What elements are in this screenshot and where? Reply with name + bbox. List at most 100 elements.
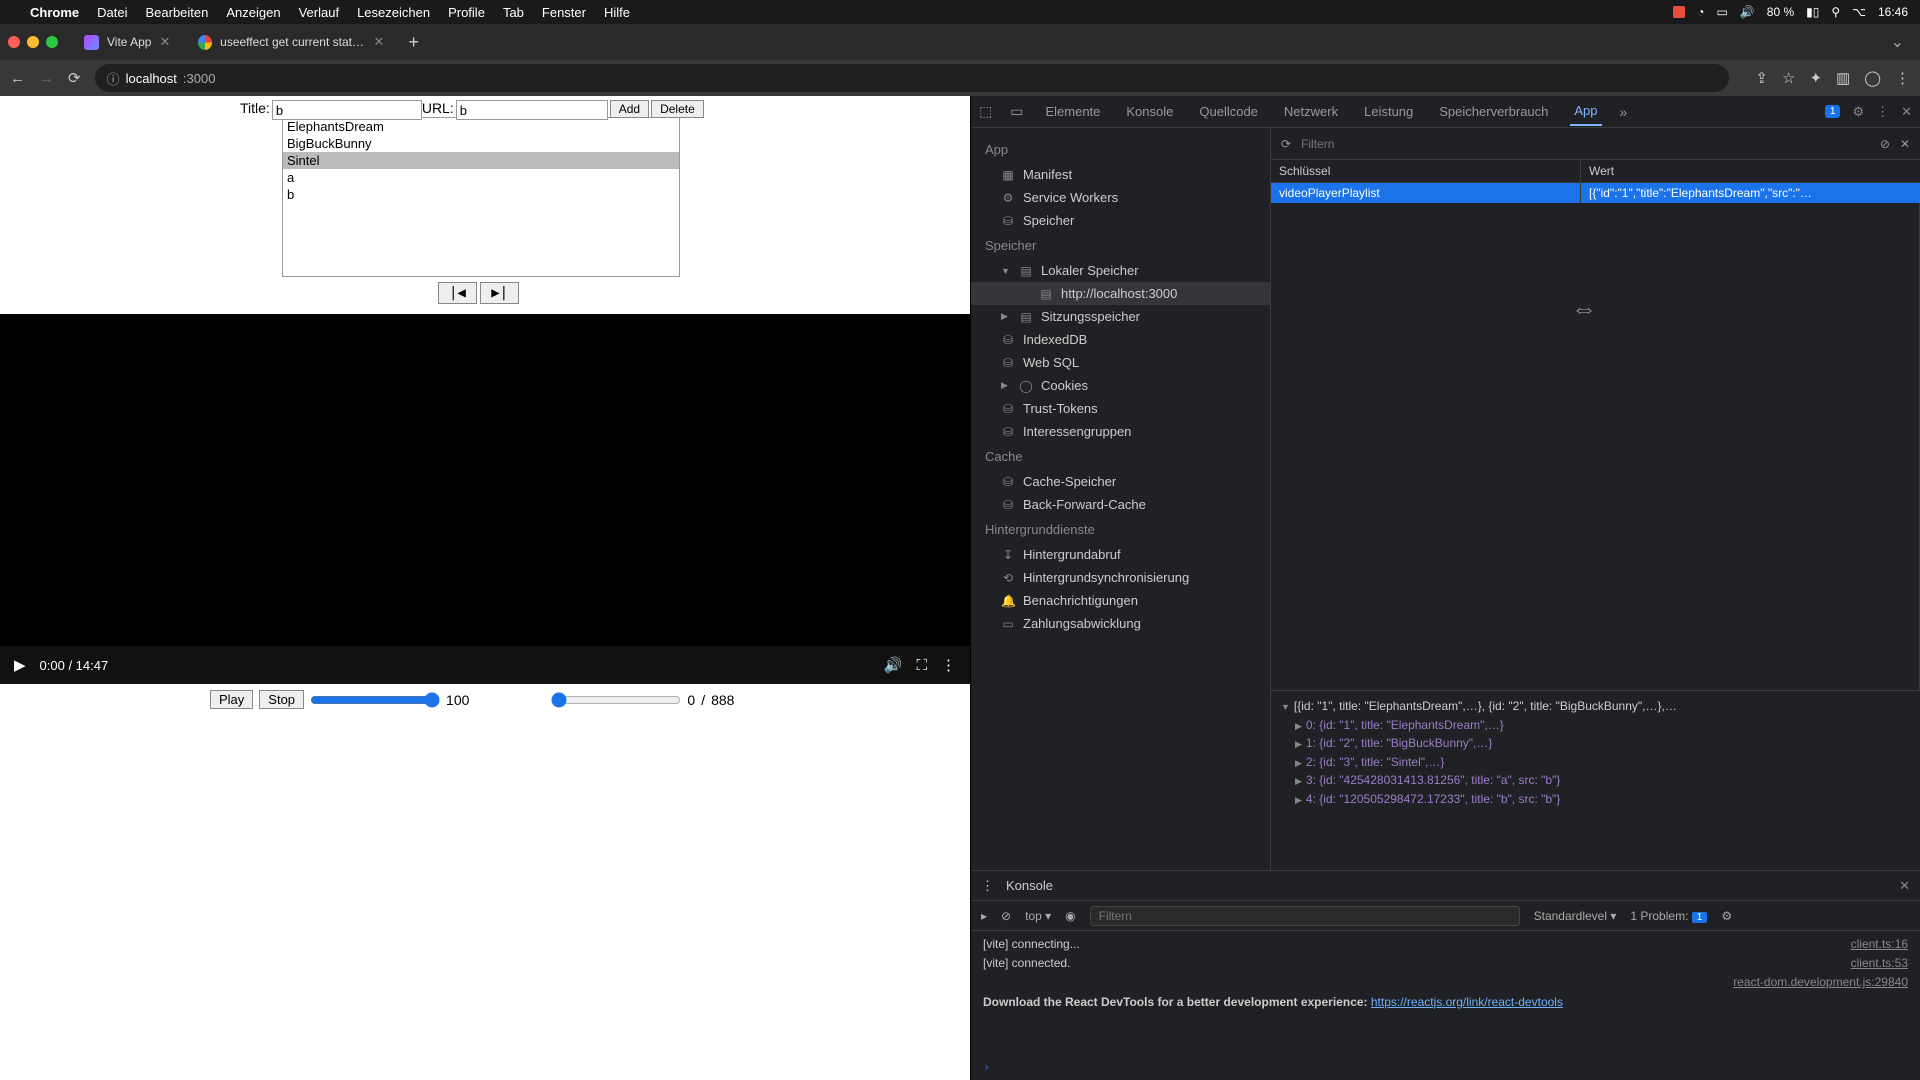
title-input[interactable] [272, 100, 422, 120]
menu-datei[interactable]: Datei [97, 5, 127, 20]
stop-button[interactable]: Stop [259, 690, 304, 709]
site-info-icon[interactable]: ⓘ [107, 69, 120, 88]
tab-close-icon[interactable]: ✕ [159, 34, 170, 50]
url-input[interactable] [456, 100, 608, 120]
devtab-more-icon[interactable]: » [1620, 104, 1628, 120]
tab-google-search[interactable]: useeffect get current state - G ✕ [186, 28, 396, 56]
wifi-icon[interactable]: ⚲ [1831, 5, 1840, 19]
storage-row[interactable]: videoPlayerPlaylist [{"id":"1","title":"… [1271, 183, 1920, 203]
console-live-icon[interactable]: ◉ [1065, 909, 1075, 923]
sidebar-trust-tokens[interactable]: ⛁Trust-Tokens [971, 397, 1270, 420]
chrome-menu-icon[interactable]: ⋮ [1895, 69, 1910, 87]
console-problems[interactable]: 1 Problem: 1 [1630, 909, 1707, 923]
devtab-network[interactable]: Netzwerk [1280, 98, 1342, 125]
sidepanel-icon[interactable]: ▥ [1836, 69, 1850, 87]
console-sidebar-icon[interactable]: ▸ [981, 909, 987, 923]
menu-verlauf[interactable]: Verlauf [299, 5, 339, 20]
sidebar-indexeddb[interactable]: ⛁IndexedDB [971, 328, 1270, 351]
clock[interactable]: 16:46 [1878, 5, 1908, 19]
recording-icon[interactable] [1673, 6, 1685, 18]
devtab-application[interactable]: App [1570, 97, 1601, 126]
sidebar-local-storage[interactable]: ▼▤Lokaler Speicher [971, 259, 1270, 282]
menu-anzeigen[interactable]: Anzeigen [226, 5, 280, 20]
console-prompt[interactable]: › [971, 1060, 1920, 1080]
play-button[interactable]: Play [210, 690, 253, 709]
list-item[interactable]: Sintel [283, 152, 679, 169]
back-button[interactable]: ← [10, 70, 25, 87]
list-item[interactable]: ElephantsDream [283, 118, 679, 135]
sidebar-session-storage[interactable]: ▶▤Sitzungsspeicher [971, 305, 1270, 328]
sidebar-storage[interactable]: ⛁Speicher [971, 209, 1270, 232]
col-value[interactable]: Wert [1581, 160, 1920, 182]
video-play-icon[interactable]: ▶ [14, 656, 26, 674]
console-settings-icon[interactable]: ⚙ [1721, 909, 1732, 923]
tab-close-icon[interactable]: ✕ [373, 34, 384, 50]
drawer-tab-console[interactable]: Konsole [1006, 878, 1053, 893]
storage-filter-input[interactable] [1301, 137, 1870, 151]
minimize-window-icon[interactable] [27, 36, 39, 48]
devtab-elements[interactable]: Elemente [1041, 98, 1104, 125]
menu-bearbeiten[interactable]: Bearbeiten [145, 5, 208, 20]
devtab-performance[interactable]: Leistung [1360, 98, 1417, 125]
col-key[interactable]: Schlüssel [1271, 160, 1581, 182]
sidebar-interest-groups[interactable]: ⛁Interessengruppen [971, 420, 1270, 443]
console-log[interactable]: [vite] connecting...client.ts:16 [vite] … [971, 931, 1920, 1060]
devtools-settings-icon[interactable]: ⚙ [1852, 104, 1864, 120]
list-item[interactable]: BigBuckBunny [283, 135, 679, 152]
sidebar-websql[interactable]: ⛁Web SQL [971, 351, 1270, 374]
menu-tab[interactable]: Tab [503, 5, 524, 20]
display-icon[interactable]: ▭ [1716, 5, 1727, 19]
share-icon[interactable]: ⇪ [1755, 69, 1768, 87]
sidebar-bg-fetch[interactable]: ↧Hintergrundabruf [971, 543, 1270, 566]
devtab-console[interactable]: Konsole [1122, 98, 1177, 125]
sidebar-local-origin[interactable]: ▤http://localhost:3000 [971, 282, 1270, 305]
volume-icon[interactable]: 🔊 [1740, 5, 1755, 19]
video-fullscreen-icon[interactable]: ⛶ [916, 657, 927, 674]
console-clear-icon[interactable]: ⊘ [1001, 909, 1011, 923]
reload-button[interactable]: ⟳ [68, 69, 81, 87]
menu-lesezeichen[interactable]: Lesezeichen [357, 5, 430, 20]
sidebar-service-workers[interactable]: ⚙Service Workers [971, 186, 1270, 209]
video-volume-icon[interactable]: 🔊 [884, 656, 903, 674]
tabs-overflow-icon[interactable]: ⌄ [1883, 32, 1912, 52]
console-context[interactable]: top ▾ [1025, 909, 1051, 923]
next-track-button[interactable]: ▶| [480, 282, 519, 304]
devtools-close-icon[interactable]: ✕ [1901, 104, 1912, 120]
clear-icon[interactable]: ⊘ [1880, 137, 1890, 151]
refresh-icon[interactable]: ⟳ [1281, 137, 1291, 151]
extensions-icon[interactable]: ✦ [1809, 69, 1822, 87]
address-bar[interactable]: ⓘ localhost:3000 [95, 64, 1730, 92]
console-level[interactable]: Standardlevel ▾ [1534, 909, 1617, 923]
list-item[interactable]: a [283, 169, 679, 186]
drawer-menu-icon[interactable]: ⋮ [981, 878, 994, 894]
video-element[interactable]: ▶ 0:00 / 14:47 🔊 ⛶ ⋮ [0, 314, 970, 684]
profile-icon[interactable]: ◯ [1864, 69, 1881, 87]
battery-icon[interactable]: ▮▯ [1806, 5, 1819, 19]
playlist-listbox[interactable]: ElephantsDream BigBuckBunny Sintel a b [282, 117, 680, 277]
seek-slider[interactable] [551, 692, 681, 708]
device-toggle-icon[interactable]: ▭ [1010, 103, 1023, 120]
issues-badge[interactable]: 1 [1825, 105, 1841, 118]
menu-fenster[interactable]: Fenster [542, 5, 586, 20]
resize-handle-icon[interactable]: ⇔ [1571, 293, 1597, 324]
maximize-window-icon[interactable] [46, 36, 58, 48]
devtab-memory[interactable]: Speicherverbrauch [1435, 98, 1552, 125]
list-item[interactable]: b [283, 186, 679, 203]
control-center-icon[interactable]: ⌥ [1852, 5, 1866, 19]
close-window-icon[interactable] [8, 36, 20, 48]
menu-hilfe[interactable]: Hilfe [604, 5, 630, 20]
devtools-menu-icon[interactable]: ⋮ [1876, 104, 1889, 120]
sidebar-bfcache[interactable]: ⛁Back-Forward-Cache [971, 493, 1270, 516]
menu-profile[interactable]: Profile [448, 5, 485, 20]
sidebar-bg-sync[interactable]: ⟲Hintergrundsynchronisierung [971, 566, 1270, 589]
sidebar-notifications[interactable]: 🔔Benachrichtigungen [971, 589, 1270, 612]
app-name[interactable]: Chrome [30, 5, 79, 20]
sidebar-cache-storage[interactable]: ⛁Cache-Speicher [971, 470, 1270, 493]
docker-icon[interactable]: ◔ [1697, 5, 1704, 19]
sidebar-manifest[interactable]: ▦Manifest [971, 163, 1270, 186]
prev-track-button[interactable]: |◀ [438, 282, 477, 304]
drawer-close-icon[interactable]: ✕ [1899, 878, 1910, 894]
devtab-sources[interactable]: Quellcode [1195, 98, 1262, 125]
sidebar-payment[interactable]: ▭Zahlungsabwicklung [971, 612, 1270, 635]
delete-button[interactable]: Delete [651, 100, 704, 118]
